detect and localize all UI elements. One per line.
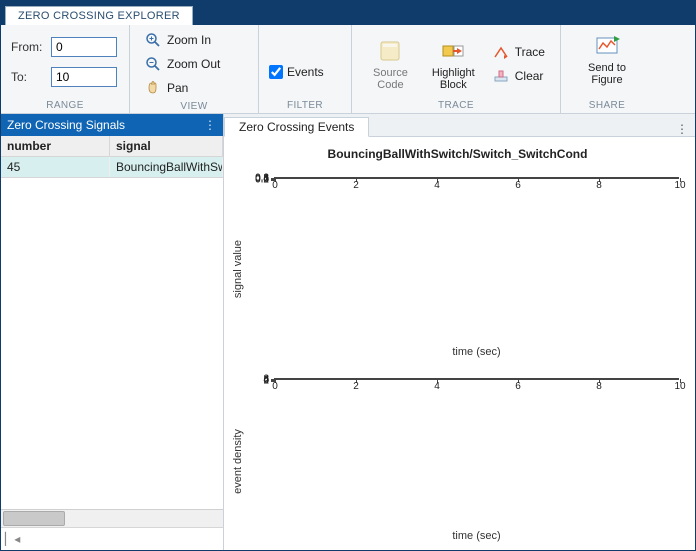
highlight-block-label: Highlight Block (432, 67, 475, 91)
bottom-xlabel: time (sec) (274, 530, 679, 542)
ribbon-range-group: From: To: RANGE (1, 25, 130, 113)
cell-number: 45 (1, 157, 110, 177)
events-label: Events (287, 65, 324, 79)
share-group-label: SHARE (571, 98, 643, 111)
cell-signal: BouncingBallWithSwitch (110, 157, 223, 177)
zoom-out-icon (145, 56, 161, 72)
app-window: ZERO CROSSING EXPLORER From: To: RANGE (0, 0, 696, 551)
plot-area: BouncingBallWithSwitch/Switch_SwitchCond… (224, 137, 695, 550)
trace-button[interactable]: Trace (488, 41, 550, 63)
signals-panel: Zero Crossing Signals ⋮ number signal 45… (1, 114, 224, 550)
signals-panel-menu-icon[interactable]: ⋮ (204, 118, 217, 132)
to-input[interactable] (51, 67, 117, 87)
clear-button[interactable]: Clear (488, 65, 550, 87)
clear-label: Clear (515, 69, 544, 83)
ribbon-share-group: Send to Figure SHARE (561, 25, 653, 113)
pan-icon (145, 80, 161, 96)
zoom-in-icon (145, 32, 161, 48)
trace-label: Trace (515, 45, 545, 59)
highlight-block-icon (439, 37, 467, 65)
clear-icon (493, 68, 509, 84)
ribbon-filter-group: Events FILTER (259, 25, 352, 113)
source-code-icon (376, 37, 404, 65)
trace-icon (493, 44, 509, 60)
table-row[interactable]: 45 BouncingBallWithSwitch (1, 157, 223, 178)
zoom-in-button[interactable]: Zoom In (140, 29, 225, 51)
titlebar: ZERO CROSSING EXPLORER (1, 1, 695, 25)
col-number-header[interactable]: number (1, 136, 110, 156)
send-to-figure-label: Send to Figure (588, 62, 626, 86)
view-group-label: VIEW (140, 99, 248, 112)
signals-table: number signal 45 BouncingBallWithSwitch (1, 136, 223, 509)
horizontal-scrollbar[interactable] (1, 509, 223, 527)
ribbon: From: To: RANGE Zoom In Zoom Out (1, 25, 695, 114)
table-empty-area (1, 178, 223, 509)
events-checkbox[interactable] (269, 65, 283, 79)
nav-bar: ▏◂ (1, 527, 223, 550)
plot-title: BouncingBallWithSwitch/Switch_SwitchCond (230, 145, 685, 163)
nav-first-icon[interactable]: ▏◂ (5, 532, 20, 546)
zoom-in-label: Zoom In (167, 33, 211, 47)
body: Zero Crossing Signals ⋮ number signal 45… (1, 114, 695, 550)
filter-group-label: FILTER (269, 98, 341, 111)
figure-icon (593, 32, 621, 60)
signal-value-plot[interactable]: signal value 00.20.40.60.810246810 time … (230, 175, 685, 364)
title-tab[interactable]: ZERO CROSSING EXPLORER (5, 6, 193, 25)
range-group-label: RANGE (11, 98, 119, 111)
scrollbar-thumb[interactable] (3, 511, 65, 526)
tab-zero-crossing-events[interactable]: Zero Crossing Events (224, 117, 369, 137)
source-code-label: Source Code (373, 67, 408, 91)
to-label: To: (11, 70, 45, 84)
events-tabbar: Zero Crossing Events ⋮ (224, 114, 695, 137)
highlight-block-button[interactable]: Highlight Block (425, 34, 482, 94)
zoom-out-button[interactable]: Zoom Out (140, 53, 225, 75)
bottom-ylabel: event density (230, 376, 246, 548)
table-header-row: number signal (1, 136, 223, 157)
pan-button[interactable]: Pan (140, 77, 225, 99)
event-density-plot[interactable]: event density 024680246810 time (sec) (230, 376, 685, 548)
col-signal-header[interactable]: signal (110, 136, 223, 156)
zoom-out-label: Zoom Out (167, 57, 220, 71)
bottom-axes[interactable]: 024680246810 (274, 378, 679, 380)
from-label: From: (11, 40, 45, 54)
ribbon-view-group: Zoom In Zoom Out Pan VIEW (130, 25, 259, 113)
signals-panel-header: Zero Crossing Signals ⋮ (1, 114, 223, 136)
top-axes[interactable]: 00.20.40.60.810246810 (274, 177, 679, 179)
send-to-figure-button[interactable]: Send to Figure (578, 29, 636, 89)
events-panel-menu-icon[interactable]: ⋮ (676, 122, 689, 136)
ribbon-trace-group: Source Code Highlight Block Trace Clear (352, 25, 561, 113)
signals-panel-title: Zero Crossing Signals (7, 118, 125, 132)
top-ylabel: signal value (230, 175, 246, 364)
pan-label: Pan (167, 81, 188, 95)
events-panel: Zero Crossing Events ⋮ BouncingBallWithS… (224, 114, 695, 550)
from-input[interactable] (51, 37, 117, 57)
top-xlabel: time (sec) (274, 346, 679, 358)
trace-group-label: TRACE (362, 98, 550, 111)
source-code-button[interactable]: Source Code (362, 34, 419, 94)
